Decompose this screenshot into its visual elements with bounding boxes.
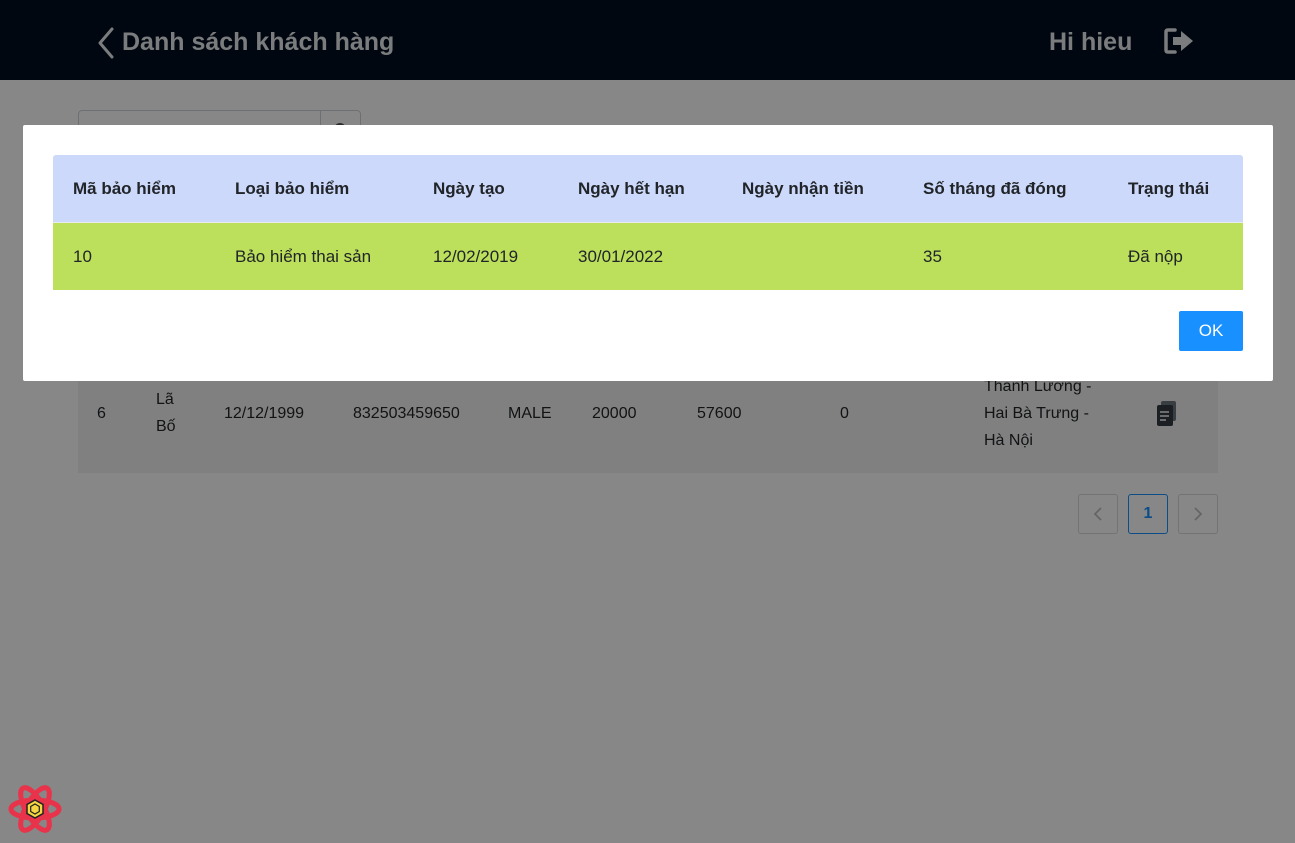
column-header: Mã bảo hiểm <box>73 179 176 198</box>
column-header: Ngày tạo <box>433 179 505 198</box>
table-cell: Đã nộp <box>1128 246 1183 266</box>
table-row[interactable]: 10 Bảo hiểm thai sản 12/02/2019 30/01/20… <box>53 223 1243 290</box>
column-header: Ngày nhận tiền <box>742 179 864 198</box>
column-header: Loại bảo hiểm <box>235 179 350 198</box>
insurance-table: Mã bảo hiểm Loại bảo hiểm Ngày tạo Ngày … <box>53 155 1243 290</box>
table-cell: 30/01/2022 <box>578 246 664 266</box>
insurance-modal: Mã bảo hiểm Loại bảo hiểm Ngày tạo Ngày … <box>23 125 1273 381</box>
table-cell: 10 <box>73 246 92 266</box>
column-header: Trạng thái <box>1128 179 1210 198</box>
ok-button[interactable]: OK <box>1179 311 1243 351</box>
react-logo-icon <box>8 785 62 833</box>
table-header: Mã bảo hiểm Loại bảo hiểm Ngày tạo Ngày … <box>53 155 1243 223</box>
table-cell: Bảo hiểm thai sản <box>235 246 372 266</box>
column-header: Số tháng đã đóng <box>923 179 1067 198</box>
react-devtools-button[interactable] <box>8 783 62 835</box>
column-header: Ngày hết hạn <box>578 179 685 198</box>
table-cell: 12/02/2019 <box>433 246 519 266</box>
table-cell: 35 <box>923 246 942 266</box>
